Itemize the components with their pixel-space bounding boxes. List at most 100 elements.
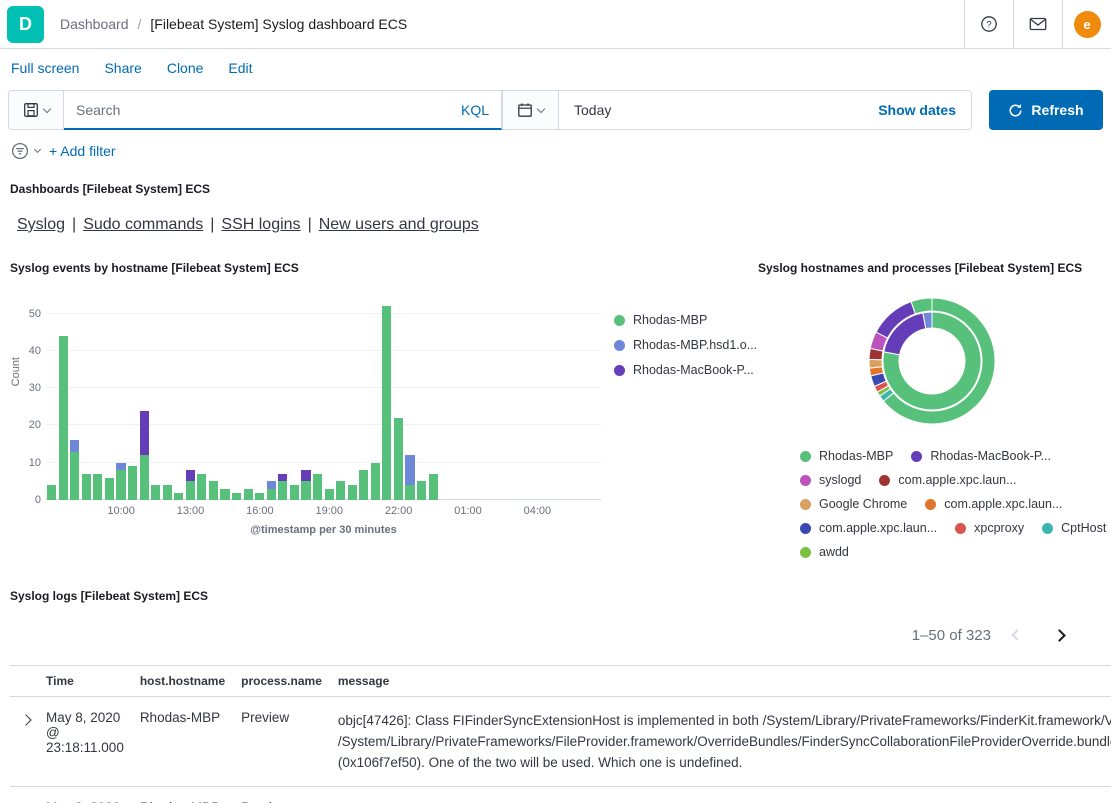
x-axis-label: @timestamp per 30 minutes xyxy=(46,524,601,536)
menu-share[interactable]: Share xyxy=(104,60,141,76)
logs-table: Time host.hostname process.name message … xyxy=(10,665,1111,803)
legend-swatch xyxy=(800,547,811,558)
query-bar: KQL Today Show dates Refresh xyxy=(0,81,1111,138)
legend-item[interactable]: Rhodas-MBP.hsd1.o... xyxy=(614,338,757,352)
chevron-right-icon xyxy=(20,714,31,725)
help-icon: ? xyxy=(980,15,998,33)
help-menu-button[interactable]: ? xyxy=(964,0,1013,48)
legend-item[interactable]: Rhodas-MacBook-P... xyxy=(911,449,1051,463)
bar-chart-plot[interactable]: 10:0013:0016:0019:0022:0001:0004:00 xyxy=(46,295,601,500)
app-logo[interactable]: D xyxy=(7,6,44,43)
previous-page-button[interactable] xyxy=(1001,619,1033,651)
legend-swatch xyxy=(879,475,890,486)
dashboard-menu: Full screen Share Clone Edit xyxy=(0,49,1111,81)
charts-row: Syslog events by hostname [Filebeat Syst… xyxy=(10,261,1101,569)
expand-row-button[interactable] xyxy=(18,710,30,727)
query-language-switcher[interactable]: KQL xyxy=(449,102,501,118)
avatar: e xyxy=(1074,11,1101,38)
legend-label: awdd xyxy=(819,545,849,559)
nav-link-ssh-logins[interactable]: SSH logins xyxy=(221,216,300,233)
logs-header-row: Time host.hostname process.name message xyxy=(10,666,1111,697)
chevron-down-icon xyxy=(42,104,50,112)
refresh-label: Refresh xyxy=(1031,102,1083,118)
legend-swatch xyxy=(800,451,811,462)
nav-link-sudo-commands[interactable]: Sudo commands xyxy=(83,216,203,233)
chevron-down-icon xyxy=(537,104,545,112)
refresh-button[interactable]: Refresh xyxy=(989,90,1103,130)
envelope-icon xyxy=(1029,16,1047,32)
legend-label: Rhodas-MBP.hsd1.o... xyxy=(633,338,757,352)
nav-link-new-users-groups[interactable]: New users and groups xyxy=(319,216,479,233)
cell-message: assertion failed: 18G103: libxpc.dylib +… xyxy=(330,787,1111,803)
search-input[interactable] xyxy=(64,102,449,118)
legend-item[interactable]: xpcproxy xyxy=(955,521,1024,535)
next-page-button[interactable] xyxy=(1043,619,1075,651)
column-header-hostname: host.hostname xyxy=(132,666,233,697)
legend-swatch xyxy=(800,475,811,486)
legend-item[interactable]: com.apple.xpc.laun... xyxy=(800,521,937,535)
legend-swatch xyxy=(614,365,625,376)
refresh-icon xyxy=(1008,103,1023,118)
filter-bar: + Add filter xyxy=(0,138,1111,172)
cell-process: Preview xyxy=(233,697,330,787)
legend-item[interactable]: com.apple.xpc.laun... xyxy=(925,497,1062,511)
filter-options-button[interactable] xyxy=(11,142,40,160)
cell-time: May 8, 2020 @ 23:18:11.000 xyxy=(38,697,132,787)
breadcrumb-separator: / xyxy=(138,16,142,32)
legend-swatch xyxy=(614,340,625,351)
user-menu-button[interactable]: e xyxy=(1062,0,1111,48)
legend-swatch xyxy=(911,451,922,462)
nav-separator: | xyxy=(308,216,312,233)
legend-item[interactable]: com.apple.xpc.laun... xyxy=(879,473,1016,487)
saved-query-button[interactable] xyxy=(8,90,64,130)
chevron-right-icon xyxy=(1053,629,1066,642)
date-range-value[interactable]: Today xyxy=(559,102,878,118)
legend-item[interactable]: Rhodas-MacBook-P... xyxy=(614,363,757,377)
legend-label: Rhodas-MBP xyxy=(819,449,893,463)
legend-label: com.apple.xpc.laun... xyxy=(944,497,1062,511)
legend-label: Rhodas-MacBook-P... xyxy=(633,363,754,377)
column-header-message: message xyxy=(330,666,1111,697)
show-dates-link[interactable]: Show dates xyxy=(878,102,971,118)
nav-link-syslog[interactable]: Syslog xyxy=(17,216,65,233)
add-filter-link[interactable]: + Add filter xyxy=(49,143,116,159)
date-quick-select-button[interactable] xyxy=(503,91,559,129)
legend-item[interactable]: Google Chrome xyxy=(800,497,907,511)
legend-item[interactable]: Rhodas-MBP xyxy=(614,313,757,327)
menu-edit[interactable]: Edit xyxy=(228,60,252,76)
dashboard-content: Dashboards [Filebeat System] ECS Syslog |… xyxy=(0,172,1111,803)
legend-label: Google Chrome xyxy=(819,497,907,511)
newsfeed-button[interactable] xyxy=(1013,0,1062,48)
cell-hostname: Rhodas-MBP xyxy=(132,787,233,803)
save-icon xyxy=(23,102,39,118)
dashboard-nav-links: Syslog|Sudo commands|SSH logins|New user… xyxy=(17,216,1101,234)
nav-panel-title: Dashboards [Filebeat System] ECS xyxy=(10,182,1101,196)
header-actions: ? e xyxy=(964,0,1111,48)
legend-swatch xyxy=(800,523,811,534)
chevron-left-icon xyxy=(1011,629,1022,640)
calendar-icon xyxy=(517,102,533,118)
legend-item[interactable]: Rhodas-MBP xyxy=(800,449,893,463)
donut-chart-title: Syslog hostnames and processes [Filebeat… xyxy=(758,261,1106,275)
cell-message: objc[47426]: Class FIFinderSyncExtension… xyxy=(330,697,1111,787)
nav-separator: | xyxy=(210,216,214,233)
menu-clone[interactable]: Clone xyxy=(167,60,204,76)
svg-text:?: ? xyxy=(986,19,991,30)
hostnames-processes-panel: Syslog hostnames and processes [Filebeat… xyxy=(758,261,1106,569)
legend-label: com.apple.xpc.laun... xyxy=(819,521,937,535)
legend-swatch xyxy=(800,499,811,510)
legend-swatch xyxy=(925,499,936,510)
donut-chart[interactable] xyxy=(866,295,998,427)
bar-chart-legend: Rhodas-MBP Rhodas-MBP.hsd1.o... Rhodas-M… xyxy=(614,313,757,553)
filter-icon xyxy=(11,142,29,160)
cell-hostname: Rhodas-MBP xyxy=(132,697,233,787)
chevron-down-icon xyxy=(34,146,41,153)
breadcrumb-current: [Filebeat System] Syslog dashboard ECS xyxy=(150,16,407,32)
breadcrumb-section[interactable]: Dashboard xyxy=(60,16,129,32)
legend-label: com.apple.xpc.laun... xyxy=(898,473,1016,487)
legend-item[interactable]: awdd xyxy=(800,545,849,559)
legend-item[interactable]: CptHost xyxy=(1042,521,1106,535)
syslog-events-panel: Syslog events by hostname [Filebeat Syst… xyxy=(10,261,748,569)
menu-full-screen[interactable]: Full screen xyxy=(11,60,79,76)
legend-item[interactable]: syslogd xyxy=(800,473,861,487)
